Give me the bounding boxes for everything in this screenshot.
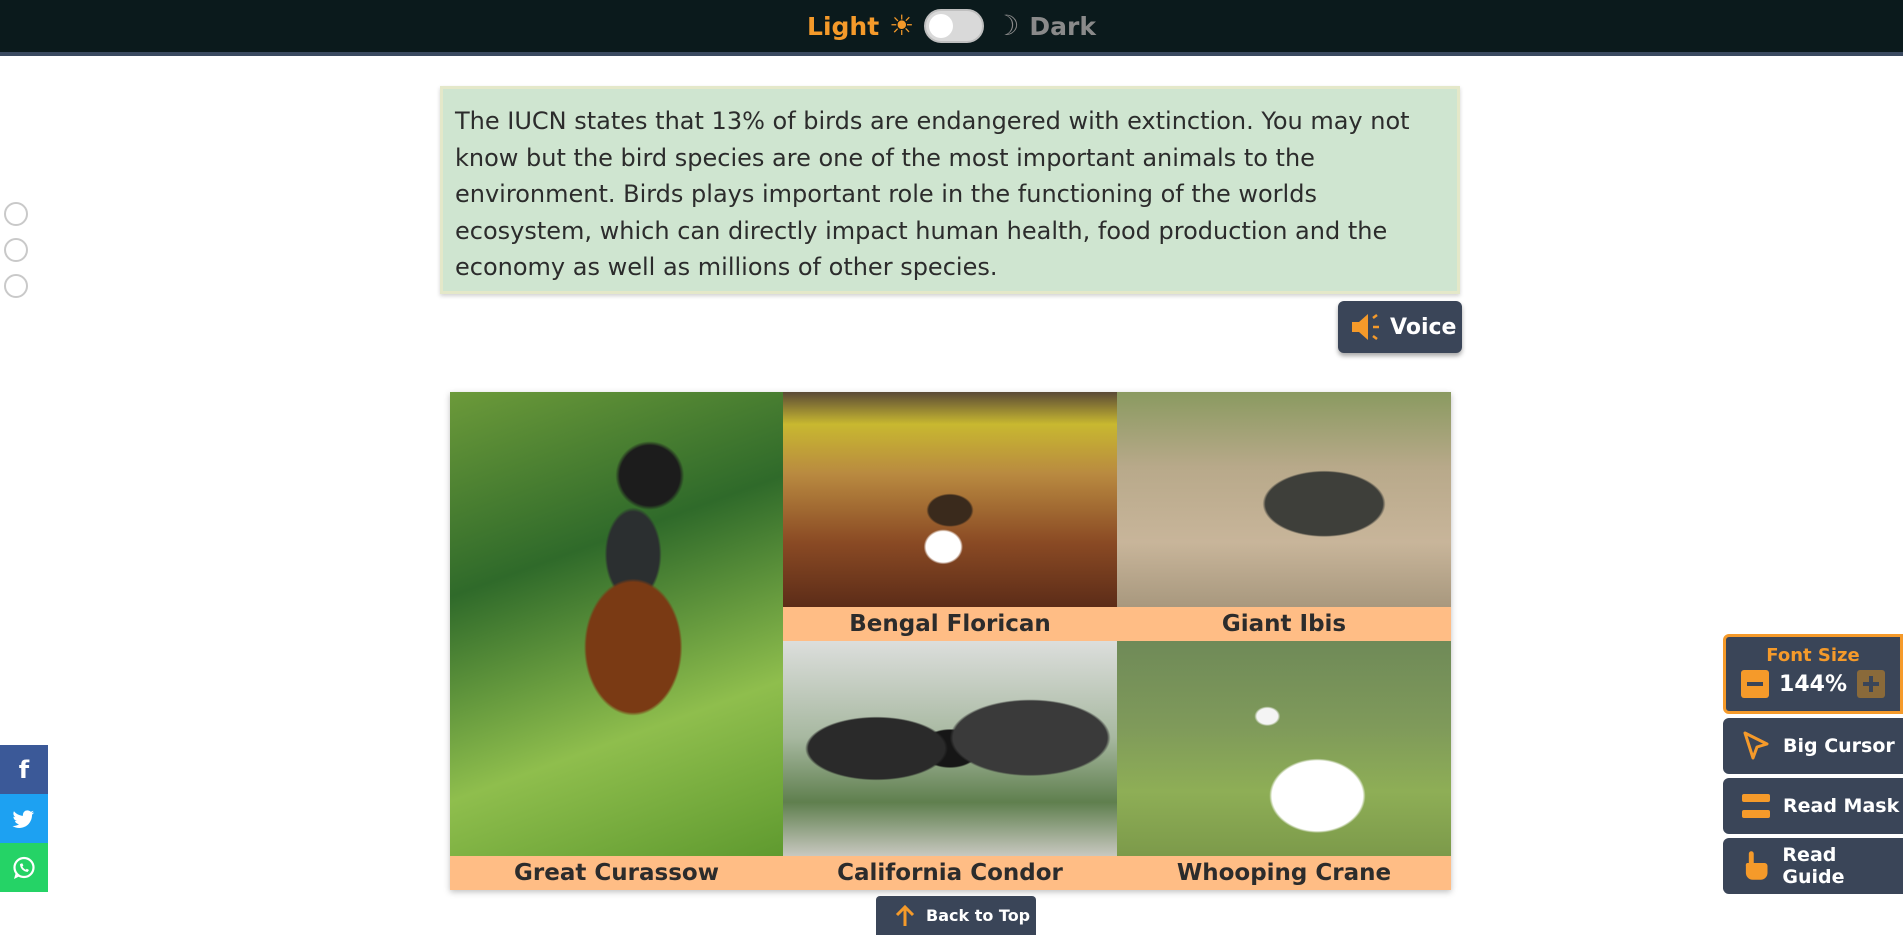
arrow-up-icon xyxy=(895,904,915,926)
whatsapp-share-button[interactable] xyxy=(0,843,48,892)
moon-icon: ☽ xyxy=(994,9,1020,42)
gallery-tile-giant-ibis[interactable]: Giant Ibis xyxy=(1117,392,1451,641)
bird-caption: Great Curassow xyxy=(450,856,783,890)
read-mask-button[interactable]: Read Mask xyxy=(1723,778,1903,834)
accessibility-panel: Font Size 144% Big Cursor Read Mask Read… xyxy=(1723,634,1903,894)
read-guide-button[interactable]: Read Guide xyxy=(1723,838,1903,894)
gallery-tile-whooping-crane[interactable]: Whooping Crane xyxy=(1117,641,1451,890)
section-dot-1[interactable] xyxy=(4,202,28,226)
bird-photo xyxy=(1117,392,1451,607)
twitter-share-button[interactable] xyxy=(0,794,48,843)
gallery-tile-great-curassow[interactable]: Great Curassow xyxy=(450,392,783,890)
voice-label: Voice xyxy=(1390,314,1457,340)
font-size-value: 144% xyxy=(1779,671,1847,697)
plus-icon xyxy=(1862,676,1879,692)
big-cursor-label: Big Cursor xyxy=(1783,735,1895,757)
minus-icon xyxy=(1747,682,1764,686)
bird-photo xyxy=(783,392,1117,607)
info-box: The IUCN states that 13% of birds are en… xyxy=(440,86,1460,294)
twitter-icon xyxy=(12,809,35,828)
theme-bar: Light ☀ ☽ Dark xyxy=(0,0,1903,56)
section-dot-2[interactable] xyxy=(4,238,28,262)
social-share-bar: f xyxy=(0,745,48,892)
font-decrease-button[interactable] xyxy=(1741,670,1770,698)
read-mask-icon xyxy=(1742,794,1770,818)
sun-icon: ☀ xyxy=(889,9,915,42)
voice-button[interactable]: Voice xyxy=(1338,301,1462,353)
bird-caption: Giant Ibis xyxy=(1117,607,1451,641)
font-increase-button[interactable] xyxy=(1856,670,1885,698)
back-to-top-button[interactable]: Back to Top xyxy=(876,896,1036,935)
font-size-title: Font Size xyxy=(1766,645,1860,666)
theme-toggle[interactable] xyxy=(924,9,985,43)
toggle-knob xyxy=(929,14,954,38)
bird-gallery: Great Curassow Bengal Florican Giant Ibi… xyxy=(450,392,1451,890)
bird-photo xyxy=(1117,641,1451,856)
big-cursor-button[interactable]: Big Cursor xyxy=(1723,718,1903,774)
speaker-icon xyxy=(1352,314,1379,340)
back-to-top-label: Back to Top xyxy=(926,906,1031,925)
section-dot-3[interactable] xyxy=(4,274,28,298)
facebook-share-button[interactable]: f xyxy=(0,745,48,794)
read-guide-label: Read Guide xyxy=(1782,844,1845,888)
bird-caption: Bengal Florican xyxy=(783,607,1117,641)
bird-caption: Whooping Crane xyxy=(1117,856,1451,890)
light-label: Light xyxy=(807,11,880,41)
font-size-control: Font Size 144% xyxy=(1723,634,1903,714)
gallery-tile-california-condor[interactable]: California Condor xyxy=(783,641,1117,890)
facebook-icon: f xyxy=(18,755,30,784)
section-dots xyxy=(4,202,28,298)
read-mask-label: Read Mask xyxy=(1783,795,1900,817)
font-size-row: 144% xyxy=(1741,670,1885,698)
cursor-icon xyxy=(1743,731,1769,760)
bird-caption: California Condor xyxy=(783,856,1117,890)
bird-photo xyxy=(450,392,783,856)
whatsapp-icon xyxy=(13,856,35,879)
gallery-tile-bengal-florican[interactable]: Bengal Florican xyxy=(783,392,1117,641)
dark-label: Dark xyxy=(1029,11,1096,41)
pointing-hand-icon xyxy=(1745,851,1768,880)
bird-photo xyxy=(783,641,1117,856)
